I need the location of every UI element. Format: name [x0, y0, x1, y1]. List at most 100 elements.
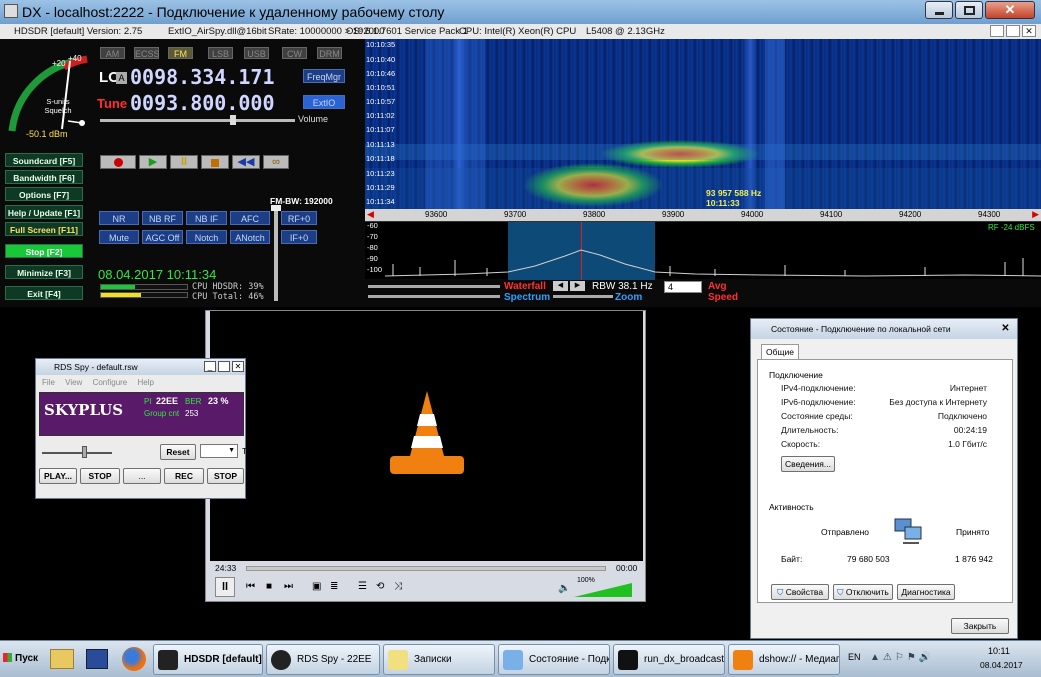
clock-date[interactable]: 08.04.2017 — [980, 660, 1023, 670]
if-gain-button[interactable]: IF+0 — [281, 230, 317, 244]
fullscreen-button[interactable]: Full Screen [F11] — [5, 222, 83, 236]
clock-time[interactable]: 10:11 — [988, 646, 1010, 656]
rds-tune-button[interactable]: Tune — [242, 444, 261, 460]
vlc-playlist-icon[interactable]: ☰ — [358, 581, 367, 592]
vlc-loop-icon[interactable]: ⟲ — [376, 581, 384, 592]
rds-level-slider[interactable] — [42, 452, 112, 454]
stop-transport-icon[interactable] — [201, 155, 229, 169]
vlc-seek-bar[interactable] — [246, 566, 606, 571]
close-icon[interactable]: ✕ — [985, 1, 1035, 19]
lo-a-button[interactable]: A — [116, 72, 127, 84]
vlc-pause-icon[interactable]: ll — [215, 577, 235, 597]
nb-rf-button[interactable]: NB RF — [142, 211, 183, 225]
rds-rec-button[interactable]: REC — [164, 468, 204, 484]
rbw-left-icon[interactable]: ◀ — [553, 281, 568, 291]
nr-button[interactable]: NR — [99, 211, 139, 225]
taskbar-rds-spy[interactable]: RDS Spy - 22EE — [266, 644, 380, 675]
spectrum[interactable] — [365, 221, 1041, 280]
bandwidth-button[interactable]: Bandwidth [F6] — [5, 170, 83, 184]
net-close-button[interactable]: Закрыть — [951, 618, 1009, 634]
agc-button[interactable]: AGC Off — [142, 230, 183, 244]
hdsdr-min-icon[interactable] — [990, 25, 1004, 37]
restore-icon[interactable] — [955, 1, 983, 19]
soundcard-button[interactable]: Soundcard [F5] — [5, 153, 83, 167]
fm-bw-slider-thumb[interactable] — [271, 205, 281, 211]
rds-menu-configure[interactable]: Configure — [93, 378, 128, 387]
net-details-button[interactable]: Сведения... — [781, 456, 835, 472]
save-icon[interactable] — [86, 649, 108, 669]
vlc-equalizer-icon[interactable]: ≣ — [330, 581, 338, 592]
minimize-icon[interactable] — [925, 1, 953, 19]
rds-minimize-icon[interactable]: _ — [204, 361, 216, 372]
minimize-button[interactable]: Minimize [F3] — [5, 265, 83, 279]
rewind-icon[interactable]: ◀◀ — [232, 155, 260, 169]
spectrum-slider[interactable] — [368, 295, 500, 298]
waterfall[interactable] — [365, 39, 1041, 209]
record-icon[interactable] — [100, 155, 136, 169]
language-indicator[interactable]: EN — [848, 652, 861, 662]
vlc-speaker-icon[interactable]: 🔈 — [558, 583, 570, 594]
mode-cw[interactable]: CW — [282, 47, 307, 59]
net-tab-general[interactable]: Общие — [761, 344, 799, 359]
mute-button[interactable]: Mute — [99, 230, 139, 244]
explorer-icon[interactable] — [50, 649, 74, 669]
rds-menu-view[interactable]: View — [65, 378, 82, 387]
rds-level-thumb[interactable] — [82, 446, 87, 458]
notch-button[interactable]: Notch — [186, 230, 227, 244]
rds-close-icon[interactable]: ✕ — [232, 361, 244, 372]
mode-am[interactable]: AM — [100, 47, 125, 59]
anotch-button[interactable]: ANotch — [230, 230, 270, 244]
vlc-volume-bar[interactable] — [574, 583, 632, 597]
waterfall-slider[interactable] — [368, 285, 500, 288]
volume-slider[interactable] — [100, 119, 295, 122]
hdsdr-close-icon[interactable]: ✕ — [1022, 25, 1036, 37]
exit-button[interactable]: Exit [F4] — [5, 286, 83, 300]
rbw-right-icon[interactable]: ▶ — [570, 281, 585, 291]
rds-maximize-icon[interactable] — [218, 361, 230, 372]
taskbar-hdsdr[interactable]: HDSDR [default] ... — [153, 644, 263, 675]
options-button[interactable]: Options [F7] — [5, 187, 83, 201]
tune-frequency[interactable]: 0093.800.000 — [130, 91, 275, 115]
vlc-next-icon[interactable]: ⏭ — [284, 581, 293, 592]
loop-icon[interactable]: ∞ — [263, 155, 289, 169]
fm-bw-slider[interactable] — [274, 205, 278, 301]
nb-if-button[interactable]: NB IF — [186, 211, 227, 225]
vlc-shuffle-icon[interactable]: ⤨ — [394, 581, 402, 592]
lo-frequency[interactable]: 0098.334.171 — [130, 65, 275, 89]
taskbar-vlc[interactable]: dshow:// - Медиап... — [728, 644, 840, 675]
tray-icons[interactable]: ▲⚠⚐⚑🔊 — [870, 652, 934, 663]
hdsdr-max-icon[interactable] — [1006, 25, 1020, 37]
vlc-fullscreen-icon[interactable]: ▣ — [312, 581, 321, 592]
play-icon[interactable]: ▶ — [139, 155, 167, 169]
zoom-slider[interactable] — [553, 295, 613, 298]
net-disable-button[interactable]: ⛉ Отключить — [833, 584, 893, 600]
pause-icon[interactable]: ll — [170, 155, 198, 169]
mode-fm[interactable]: FM — [168, 47, 193, 59]
taskbar-cmd[interactable]: run_dx_broadcastin... — [613, 644, 725, 675]
vlc-stop-icon[interactable]: ■ — [266, 581, 272, 592]
rds-stop-button-2[interactable]: STOP — [207, 468, 244, 484]
firefox-icon[interactable] — [122, 647, 146, 671]
freqmgr-button[interactable]: FreqMgr — [303, 69, 345, 83]
rds-menu-file[interactable]: File — [42, 378, 55, 387]
avg-select[interactable]: 4 — [664, 281, 702, 293]
afc-button[interactable]: AFC — [230, 211, 270, 225]
rds-reset-button[interactable]: Reset — [160, 444, 196, 460]
vlc-prev-icon[interactable]: ⏮ — [246, 581, 255, 592]
net-properties-button[interactable]: ⛉ Свойства — [771, 584, 829, 600]
extio-button[interactable]: ExtIO — [303, 95, 345, 109]
rds-dropdown[interactable]: ▼ — [200, 444, 238, 458]
mode-lsb[interactable]: LSB — [208, 47, 233, 59]
rds-menu-help[interactable]: Help — [137, 378, 153, 387]
help-update-button[interactable]: Help / Update [F1] — [5, 205, 83, 219]
taskbar-network[interactable]: Состояние - Подк... — [498, 644, 610, 675]
rf-gain-button[interactable]: RF+0 — [281, 211, 317, 225]
rds-play-button[interactable]: PLAY... — [39, 468, 77, 484]
mode-ecss[interactable]: ECSS — [134, 47, 160, 59]
mode-drm[interactable]: DRM — [317, 47, 342, 59]
rds-browse-button[interactable]: ... — [123, 468, 161, 484]
rds-stop-button-1[interactable]: STOP — [80, 468, 120, 484]
volume-slider-thumb[interactable] — [230, 115, 236, 125]
net-diagnose-button[interactable]: Диагностика — [897, 584, 955, 600]
stop-button[interactable]: Stop [F2] — [5, 244, 83, 258]
